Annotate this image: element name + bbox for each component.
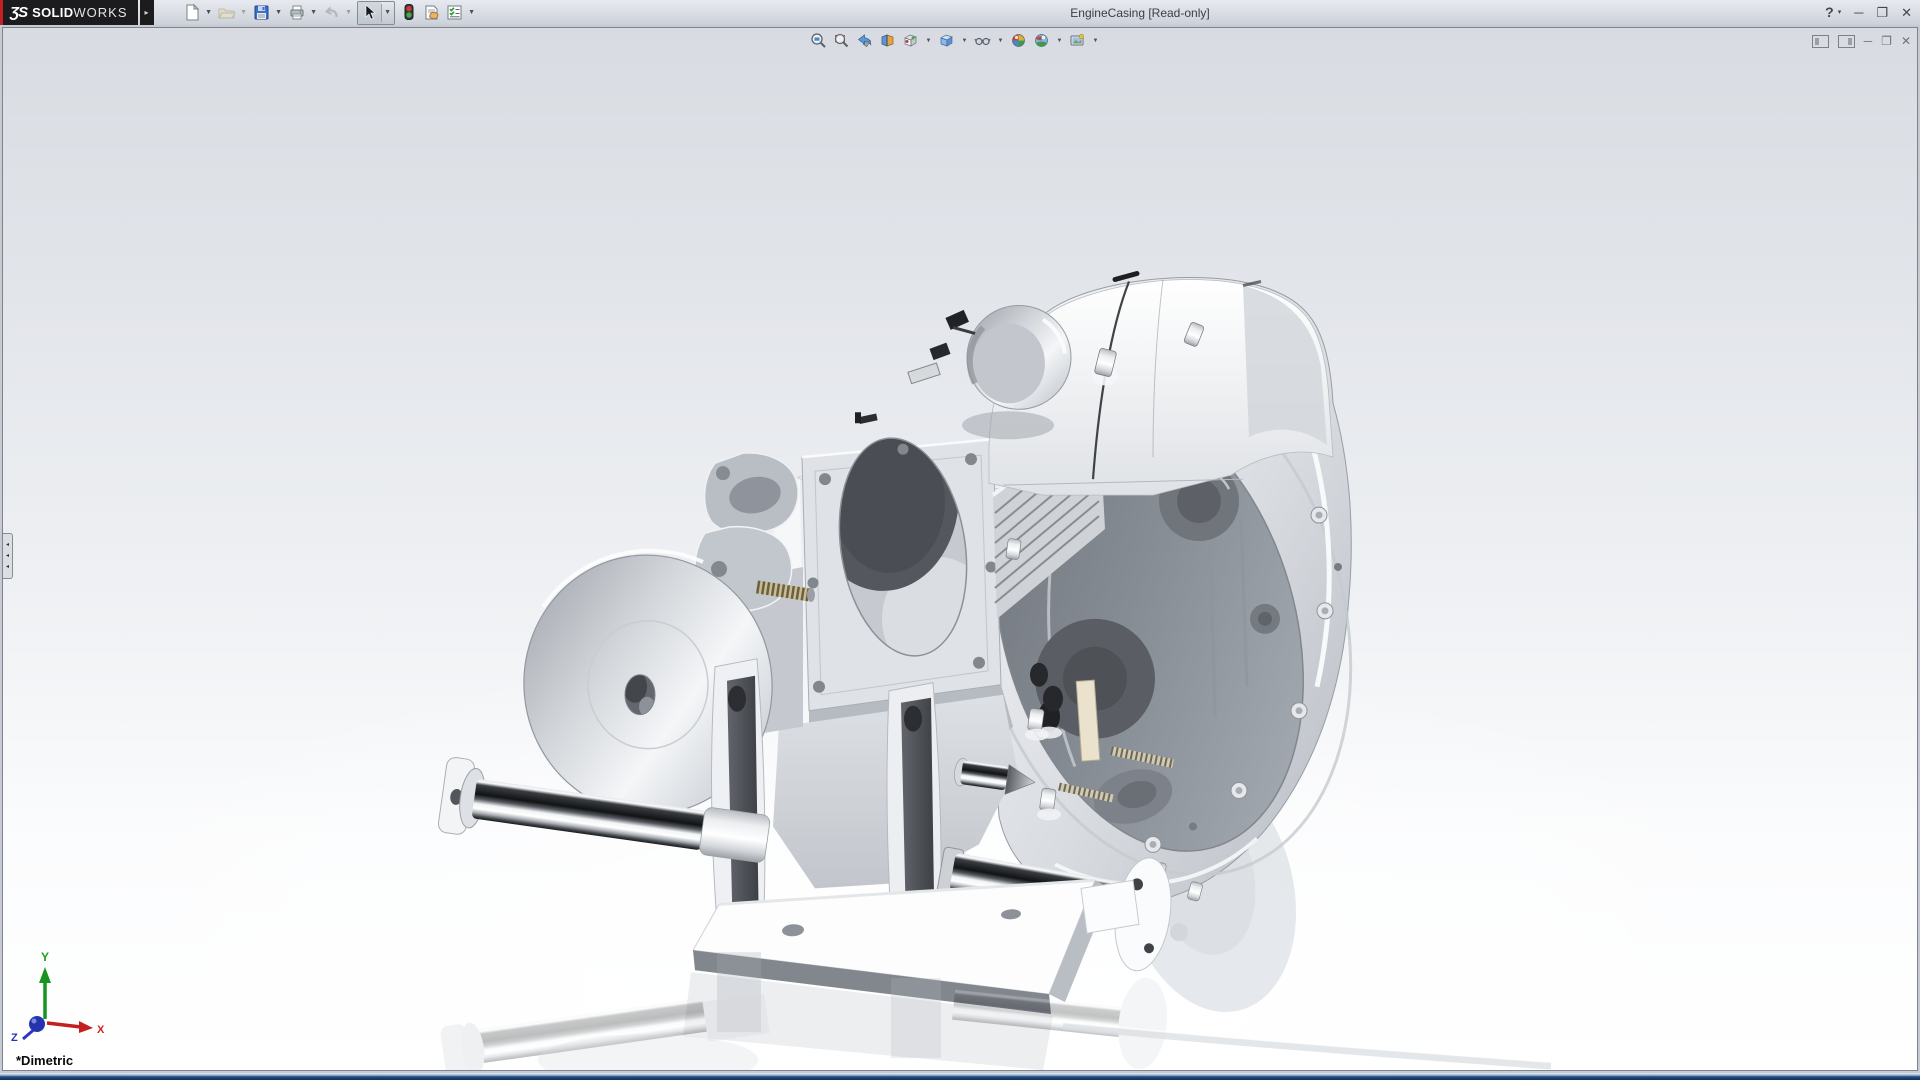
options-icon — [445, 3, 464, 22]
restore-button[interactable]: ❐ — [1876, 0, 1888, 25]
engine-casing-model[interactable] — [3, 28, 1917, 1070]
solidworks-logo-icon: ƷS — [10, 4, 27, 21]
save-icon — [252, 3, 271, 22]
view-settings-button[interactable] — [1068, 31, 1087, 50]
apply-scene-button[interactable] — [1032, 31, 1051, 50]
options-dropdown[interactable]: ▼ — [466, 2, 478, 24]
brand-solid: SOLID — [32, 5, 73, 20]
pane-right-icon[interactable] — [1838, 35, 1855, 48]
help-button[interactable]: ? — [1825, 0, 1834, 25]
file-properties-button[interactable] — [420, 2, 443, 24]
print-dropdown[interactable]: ▼ — [308, 2, 320, 24]
display-style-dropdown[interactable]: ▼ — [960, 38, 969, 44]
print-button[interactable] — [285, 2, 308, 24]
close-button[interactable]: ✕ — [1901, 0, 1912, 25]
view-orientation-button[interactable] — [901, 31, 920, 50]
viewport-frame: ▼ ▼ ▼ — [0, 25, 1920, 1073]
new-dropdown[interactable]: ▼ — [203, 2, 215, 24]
hide-show-items-dropdown[interactable]: ▼ — [996, 38, 1005, 44]
solidworks-logo: ƷS SOLIDWORKS — [3, 0, 138, 25]
display-style-button[interactable] — [937, 31, 956, 50]
open-dropdown[interactable]: ▼ — [238, 2, 250, 24]
heads-up-view-toolbar: ▼ ▼ ▼ — [809, 31, 1100, 50]
graphics-area[interactable]: ▼ ▼ ▼ — [2, 27, 1918, 1071]
previous-view-icon — [856, 32, 873, 49]
window-controls: ? ▾ ─ ❐ ✕ — [1825, 0, 1912, 25]
new-document-icon — [182, 3, 201, 22]
view-settings-icon — [1069, 32, 1086, 49]
section-view-button[interactable] — [878, 31, 897, 50]
triad-y-label: Y — [41, 950, 49, 964]
splitter-arrow-icon: ◂ — [6, 551, 9, 562]
select-dropdown[interactable]: ▼ — [382, 2, 394, 24]
doc-minimize-icon[interactable]: ─ — [1864, 33, 1873, 49]
hide-show-items-button[interactable] — [973, 31, 992, 50]
pane-left-icon[interactable] — [1812, 35, 1829, 48]
view-orientation-icon — [902, 32, 919, 49]
help-dropdown[interactable]: ▾ — [1838, 0, 1842, 25]
feature-pane-splitter-tab[interactable]: ◂ ◂ ◂ — [3, 533, 13, 579]
undo-dropdown[interactable]: ▼ — [343, 2, 355, 24]
title-bar: ƷS SOLIDWORKS ▸ ▼ ▼ — [0, 0, 1920, 26]
apply-scene-dropdown[interactable]: ▼ — [1055, 38, 1064, 44]
rebuild-button[interactable] — [397, 2, 420, 24]
select-button-group: ▼ — [357, 1, 395, 25]
triad-x-label: X — [97, 1024, 105, 1036]
edit-appearance-icon — [1010, 32, 1027, 49]
zoom-to-area-icon — [833, 32, 850, 49]
file-properties-icon — [422, 3, 441, 22]
previous-view-button[interactable] — [855, 31, 874, 50]
doc-close-icon[interactable]: ✕ — [1901, 33, 1911, 49]
minimize-button[interactable]: ─ — [1854, 0, 1863, 25]
select-button[interactable] — [358, 2, 381, 24]
edit-appearance-button[interactable] — [1009, 31, 1028, 50]
open-button[interactable] — [215, 2, 238, 24]
display-style-icon — [938, 32, 955, 49]
zoom-to-fit-icon — [810, 32, 827, 49]
brand-works: WORKS — [73, 5, 127, 20]
window-bottom-border — [0, 1073, 1920, 1080]
rebuild-traffic-light-icon — [399, 3, 418, 22]
save-dropdown[interactable]: ▼ — [273, 2, 285, 24]
view-orientation-label: *Dimetric — [16, 1053, 73, 1068]
orientation-triad: Y X Z — [9, 947, 109, 1042]
standard-toolbar: ▼ ▼ ▼ — [180, 1, 478, 25]
splitter-arrow-icon: ◂ — [6, 540, 9, 551]
hide-show-items-icon — [974, 32, 991, 49]
document-title: EngineCasing [Read-only] — [960, 6, 1320, 20]
document-window-controls: ─ ❐ ✕ — [1812, 33, 1911, 49]
view-orientation-dropdown[interactable]: ▼ — [924, 38, 933, 44]
undo-icon — [322, 3, 341, 22]
save-button[interactable] — [250, 2, 273, 24]
section-view-icon — [879, 32, 896, 49]
undo-button[interactable] — [320, 2, 343, 24]
zoom-to-area-button[interactable] — [832, 31, 851, 50]
triad-z-label: Z — [11, 1032, 18, 1042]
splitter-arrow-icon: ◂ — [6, 562, 9, 573]
print-icon — [287, 3, 306, 22]
view-settings-dropdown[interactable]: ▼ — [1091, 38, 1100, 44]
select-cursor-icon — [360, 3, 379, 22]
apply-scene-icon — [1033, 32, 1050, 49]
options-button[interactable] — [443, 2, 466, 24]
open-folder-icon — [217, 3, 236, 22]
menu-flyout-tab[interactable]: ▸ — [140, 0, 154, 25]
doc-restore-icon[interactable]: ❐ — [1881, 33, 1892, 49]
zoom-to-fit-button[interactable] — [809, 31, 828, 50]
new-button[interactable] — [180, 2, 203, 24]
